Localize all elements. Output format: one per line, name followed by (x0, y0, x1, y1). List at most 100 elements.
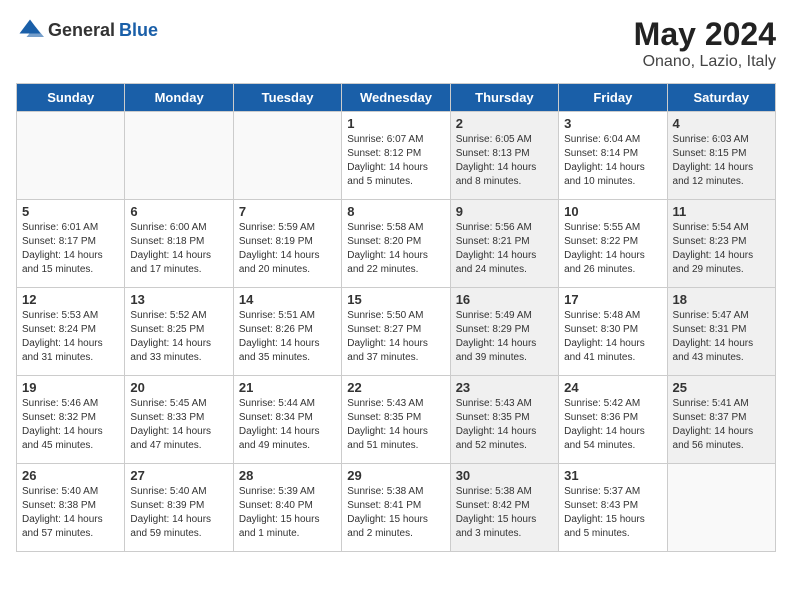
weekday-header-tuesday: Tuesday (233, 84, 341, 112)
calendar-cell: 15 Sunrise: 5:50 AM Sunset: 8:27 PM Dayli… (342, 288, 450, 376)
calendar-cell: 4 Sunrise: 6:03 AM Sunset: 8:15 PM Daylig… (667, 112, 775, 200)
day-number: 2 (456, 116, 553, 131)
day-info: Sunrise: 5:43 AM Sunset: 8:35 PM Dayligh… (347, 397, 444, 453)
day-number: 24 (564, 380, 661, 395)
day-number: 31 (564, 468, 661, 483)
day-number: 15 (347, 292, 444, 307)
calendar-cell: 28 Sunrise: 5:39 AM Sunset: 8:40 PM Dayli… (233, 464, 341, 552)
day-number: 26 (22, 468, 119, 483)
day-info: Sunrise: 5:41 AM Sunset: 8:37 PM Dayligh… (673, 397, 770, 453)
day-number: 11 (673, 204, 770, 219)
calendar-subtitle: Onano, Lazio, Italy (634, 53, 776, 71)
day-number: 6 (130, 204, 227, 219)
day-number: 9 (456, 204, 553, 219)
calendar-cell: 1 Sunrise: 6:07 AM Sunset: 8:12 PM Daylig… (342, 112, 450, 200)
day-info: Sunrise: 5:45 AM Sunset: 8:33 PM Dayligh… (130, 397, 227, 453)
calendar-cell: 31 Sunrise: 5:37 AM Sunset: 8:43 PM Dayli… (559, 464, 667, 552)
calendar-title: May 2024 (634, 16, 776, 53)
day-number: 27 (130, 468, 227, 483)
calendar-cell: 25 Sunrise: 5:41 AM Sunset: 8:37 PM Dayli… (667, 376, 775, 464)
day-number: 30 (456, 468, 553, 483)
calendar-cell: 30 Sunrise: 5:38 AM Sunset: 8:42 PM Dayli… (450, 464, 558, 552)
calendar-cell: 2 Sunrise: 6:05 AM Sunset: 8:13 PM Daylig… (450, 112, 558, 200)
calendar-cell (17, 112, 125, 200)
day-info: Sunrise: 5:38 AM Sunset: 8:42 PM Dayligh… (456, 485, 553, 541)
week-row-5: 26 Sunrise: 5:40 AM Sunset: 8:38 PM Dayli… (17, 464, 776, 552)
day-info: Sunrise: 5:48 AM Sunset: 8:30 PM Dayligh… (564, 309, 661, 365)
calendar-cell: 26 Sunrise: 5:40 AM Sunset: 8:38 PM Dayli… (17, 464, 125, 552)
day-info: Sunrise: 6:03 AM Sunset: 8:15 PM Dayligh… (673, 133, 770, 189)
day-info: Sunrise: 6:05 AM Sunset: 8:13 PM Dayligh… (456, 133, 553, 189)
weekday-header-sunday: Sunday (17, 84, 125, 112)
day-info: Sunrise: 5:59 AM Sunset: 8:19 PM Dayligh… (239, 221, 336, 277)
day-number: 10 (564, 204, 661, 219)
day-number: 20 (130, 380, 227, 395)
day-info: Sunrise: 5:46 AM Sunset: 8:32 PM Dayligh… (22, 397, 119, 453)
calendar-cell: 7 Sunrise: 5:59 AM Sunset: 8:19 PM Daylig… (233, 200, 341, 288)
calendar-cell: 20 Sunrise: 5:45 AM Sunset: 8:33 PM Dayli… (125, 376, 233, 464)
day-number: 19 (22, 380, 119, 395)
calendar-cell: 18 Sunrise: 5:47 AM Sunset: 8:31 PM Dayli… (667, 288, 775, 376)
day-info: Sunrise: 5:40 AM Sunset: 8:38 PM Dayligh… (22, 485, 119, 541)
day-number: 18 (673, 292, 770, 307)
day-number: 25 (673, 380, 770, 395)
week-row-2: 5 Sunrise: 6:01 AM Sunset: 8:17 PM Daylig… (17, 200, 776, 288)
logo: General Blue (16, 16, 158, 44)
calendar-cell: 19 Sunrise: 5:46 AM Sunset: 8:32 PM Dayli… (17, 376, 125, 464)
calendar-cell: 14 Sunrise: 5:51 AM Sunset: 8:26 PM Dayli… (233, 288, 341, 376)
day-number: 12 (22, 292, 119, 307)
day-number: 17 (564, 292, 661, 307)
day-number: 4 (673, 116, 770, 131)
day-info: Sunrise: 5:50 AM Sunset: 8:27 PM Dayligh… (347, 309, 444, 365)
calendar-cell: 22 Sunrise: 5:43 AM Sunset: 8:35 PM Dayli… (342, 376, 450, 464)
day-info: Sunrise: 6:07 AM Sunset: 8:12 PM Dayligh… (347, 133, 444, 189)
day-info: Sunrise: 5:51 AM Sunset: 8:26 PM Dayligh… (239, 309, 336, 365)
day-info: Sunrise: 5:39 AM Sunset: 8:40 PM Dayligh… (239, 485, 336, 541)
day-info: Sunrise: 5:55 AM Sunset: 8:22 PM Dayligh… (564, 221, 661, 277)
calendar-table: SundayMondayTuesdayWednesdayThursdayFrid… (16, 83, 776, 552)
calendar-cell (667, 464, 775, 552)
day-info: Sunrise: 5:40 AM Sunset: 8:39 PM Dayligh… (130, 485, 227, 541)
day-info: Sunrise: 5:38 AM Sunset: 8:41 PM Dayligh… (347, 485, 444, 541)
day-number: 22 (347, 380, 444, 395)
day-info: Sunrise: 6:00 AM Sunset: 8:18 PM Dayligh… (130, 221, 227, 277)
day-number: 3 (564, 116, 661, 131)
day-info: Sunrise: 5:52 AM Sunset: 8:25 PM Dayligh… (130, 309, 227, 365)
calendar-cell: 12 Sunrise: 5:53 AM Sunset: 8:24 PM Dayli… (17, 288, 125, 376)
logo-blue-text: Blue (119, 20, 158, 41)
day-number: 21 (239, 380, 336, 395)
day-info: Sunrise: 6:01 AM Sunset: 8:17 PM Dayligh… (22, 221, 119, 277)
day-number: 5 (22, 204, 119, 219)
day-info: Sunrise: 5:58 AM Sunset: 8:20 PM Dayligh… (347, 221, 444, 277)
day-number: 1 (347, 116, 444, 131)
calendar-cell: 10 Sunrise: 5:55 AM Sunset: 8:22 PM Dayli… (559, 200, 667, 288)
week-row-4: 19 Sunrise: 5:46 AM Sunset: 8:32 PM Dayli… (17, 376, 776, 464)
weekday-header-saturday: Saturday (667, 84, 775, 112)
calendar-cell: 23Sunrise: 5:43 AM Sunset: 8:35 PM Dayli… (450, 376, 558, 464)
page-header: General Blue May 2024 Onano, Lazio, Ital… (16, 16, 776, 71)
week-row-3: 12 Sunrise: 5:53 AM Sunset: 8:24 PM Dayli… (17, 288, 776, 376)
day-number: 8 (347, 204, 444, 219)
day-info: Sunrise: 5:42 AM Sunset: 8:36 PM Dayligh… (564, 397, 661, 453)
day-info: Sunrise: 5:44 AM Sunset: 8:34 PM Dayligh… (239, 397, 336, 453)
calendar-cell: 3Sunrise: 6:04 AM Sunset: 8:14 PM Daylig… (559, 112, 667, 200)
day-number: 14 (239, 292, 336, 307)
day-info: Sunrise: 5:37 AM Sunset: 8:43 PM Dayligh… (564, 485, 661, 541)
logo-icon (16, 16, 44, 44)
weekday-header-friday: Friday (559, 84, 667, 112)
day-number: 28 (239, 468, 336, 483)
day-number: 13 (130, 292, 227, 307)
calendar-cell: 29 Sunrise: 5:38 AM Sunset: 8:41 PM Dayli… (342, 464, 450, 552)
day-number: 7 (239, 204, 336, 219)
calendar-cell: 9Sunrise: 5:56 AM Sunset: 8:21 PM Daylig… (450, 200, 558, 288)
calendar-cell: 27 Sunrise: 5:40 AM Sunset: 8:39 PM Dayli… (125, 464, 233, 552)
calendar-cell: 13 Sunrise: 5:52 AM Sunset: 8:25 PM Dayli… (125, 288, 233, 376)
weekday-header-row: SundayMondayTuesdayWednesdayThursdayFrid… (17, 84, 776, 112)
day-info: Sunrise: 5:54 AM Sunset: 8:23 PM Dayligh… (673, 221, 770, 277)
day-number: 29 (347, 468, 444, 483)
day-info: Sunrise: 5:53 AM Sunset: 8:24 PM Dayligh… (22, 309, 119, 365)
calendar-cell: 6 Sunrise: 6:00 AM Sunset: 8:18 PM Daylig… (125, 200, 233, 288)
weekday-header-thursday: Thursday (450, 84, 558, 112)
day-info: Sunrise: 5:47 AM Sunset: 8:31 PM Dayligh… (673, 309, 770, 365)
day-info: Sunrise: 5:49 AM Sunset: 8:29 PM Dayligh… (456, 309, 553, 365)
